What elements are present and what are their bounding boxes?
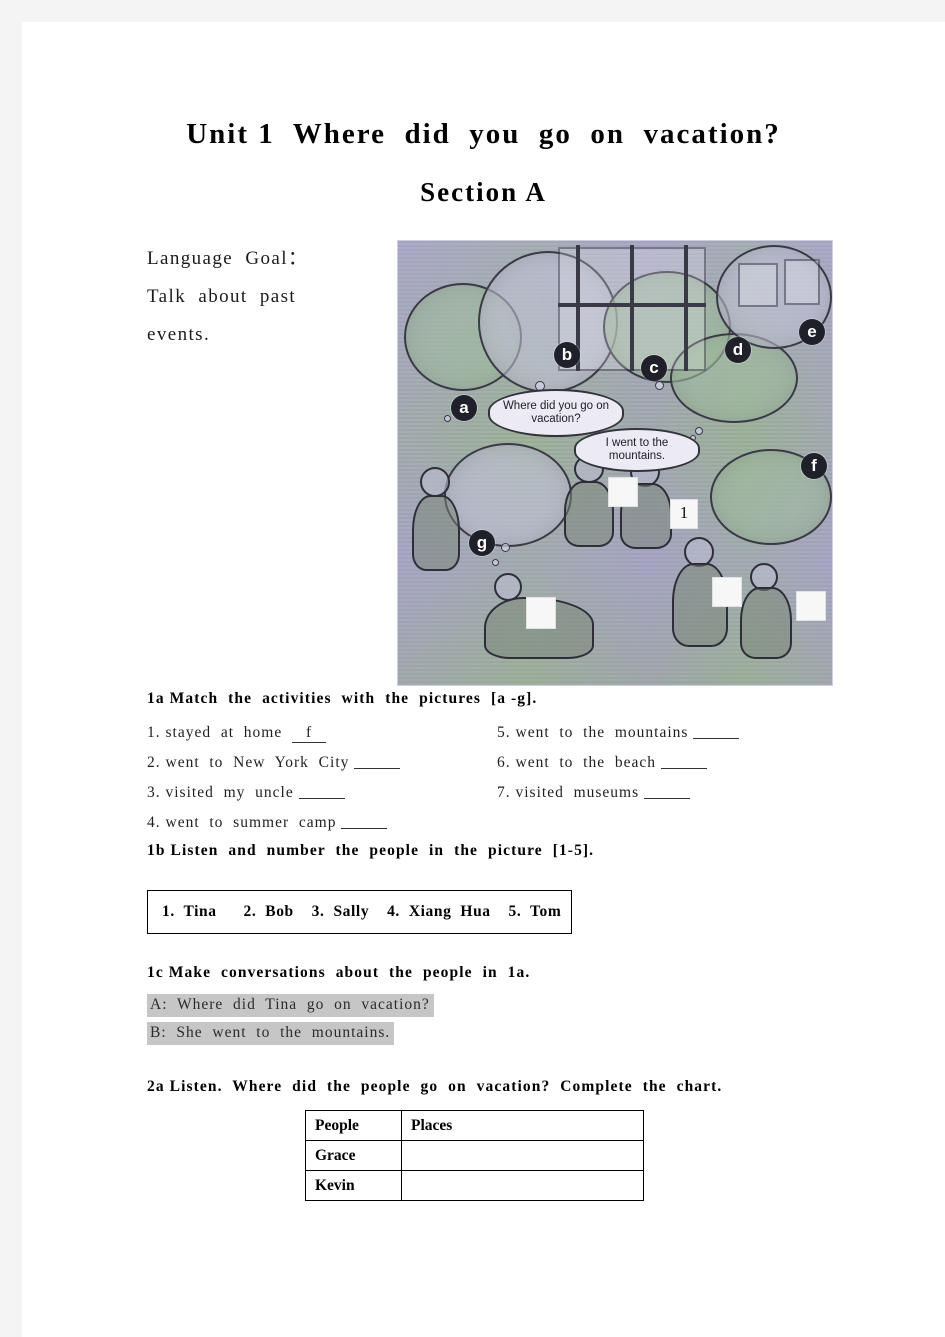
- page-title: Unit 1 Where did you go on vacation?: [186, 118, 781, 150]
- item-text: went to the beach: [515, 754, 657, 771]
- picture-number-box: [712, 577, 742, 607]
- item-number: 7.: [497, 784, 511, 801]
- figure-body: [564, 481, 614, 547]
- cell-people-grace: Grace: [305, 1140, 402, 1171]
- answer-blank-7[interactable]: [644, 785, 691, 799]
- item-1a-1: 1. stayed at home f: [147, 724, 327, 743]
- picture-number-box-1: 1: [670, 499, 698, 529]
- people-names-box: 1. Tina 2. Bob 3. Sally 4. Xiang Hua 5. …: [147, 890, 572, 934]
- answer-blank-3[interactable]: [298, 785, 345, 799]
- figure-head: [420, 467, 450, 497]
- exercise-2a-heading: 2a Listen. Where did the people go on va…: [147, 1078, 723, 1095]
- thought-cloud-g: [444, 443, 572, 547]
- figure-body: [412, 495, 460, 571]
- thought-dot: [444, 415, 451, 422]
- table-header-row: People Places: [305, 1110, 644, 1141]
- item-number: 4.: [147, 814, 161, 831]
- people-names-list: 1. Tina 2. Bob 3. Sally 4. Xiang Hua 5. …: [162, 903, 562, 920]
- item-text: stayed at home: [165, 724, 283, 741]
- dialogue-line-b: B: She went to the mountains.: [147, 1022, 395, 1045]
- picture-number-box: [526, 597, 556, 629]
- thought-dot: [492, 559, 499, 566]
- thought-dot: [695, 427, 703, 435]
- item-number: 6.: [497, 754, 511, 771]
- window-mullion: [684, 245, 688, 371]
- speech-bubble-question: Where did you go on vacation?: [488, 389, 624, 437]
- exercise-1c-heading: 1c Make conversations about the people i…: [147, 964, 531, 981]
- vacation-chart-table: People Places Grace Kevin: [305, 1110, 644, 1201]
- page-subtitle: Section A: [420, 177, 547, 207]
- exercise-1a-heading: 1a Match the activities with the picture…: [147, 690, 538, 707]
- item-1a-4: 4. went to summer camp: [147, 814, 388, 832]
- item-1a-3: 3. visited my uncle: [147, 784, 345, 802]
- item-text: went to New York City: [165, 754, 350, 771]
- picture-marker-g: g: [469, 530, 495, 556]
- language-goal-line1: Talk about past: [147, 286, 297, 307]
- answer-blank-2[interactable]: [354, 755, 401, 769]
- table-row: Kevin: [305, 1170, 644, 1201]
- column-header-people: People: [305, 1110, 402, 1141]
- answer-blank-1[interactable]: f: [292, 724, 327, 743]
- picture-marker-d: d: [725, 337, 751, 363]
- thought-dot: [501, 543, 510, 552]
- language-goal-label: Language Goal：: [147, 248, 309, 269]
- answer-blank-5[interactable]: [693, 725, 740, 739]
- item-1a-7: 7. visited museums: [497, 784, 691, 802]
- item-1a-5: 5. went to the mountains: [497, 724, 740, 742]
- item-text: visited museums: [515, 784, 640, 801]
- item-text: went to the mountains: [515, 724, 689, 741]
- picture-marker-e: e: [799, 319, 825, 345]
- item-number: 2.: [147, 754, 161, 771]
- item-number: 5.: [497, 724, 511, 741]
- item-number: 1.: [147, 724, 161, 741]
- picture-frame: [784, 259, 820, 305]
- picture-marker-b: b: [554, 342, 580, 368]
- picture-marker-f: f: [801, 453, 827, 479]
- dialogue-line-a: A: Where did Tina go on vacation?: [147, 994, 434, 1017]
- language-goal-line2: events.: [147, 324, 211, 345]
- cell-places-kevin[interactable]: [401, 1170, 644, 1201]
- window-rail: [558, 303, 706, 307]
- picture-marker-c: c: [641, 355, 667, 381]
- language-goal-block: Language Goal： Talk about past events.: [147, 240, 397, 354]
- window-mullion: [630, 245, 634, 371]
- document-page: Unit 1 Where did you go on vacation? Sec…: [22, 22, 945, 1337]
- answer-blank-6[interactable]: [661, 755, 708, 769]
- picture-number-box: [608, 477, 638, 507]
- figure-body: [740, 587, 792, 659]
- item-text: visited my uncle: [165, 784, 294, 801]
- cell-people-kevin: Kevin: [305, 1170, 402, 1201]
- table-row: Grace: [305, 1140, 644, 1171]
- picture-marker-a: a: [451, 395, 477, 421]
- exercise-1b-heading: 1b Listen and number the people in the p…: [147, 842, 595, 859]
- item-number: 3.: [147, 784, 161, 801]
- cell-places-grace[interactable]: [401, 1140, 644, 1171]
- item-1a-2: 2. went to New York City: [147, 754, 401, 772]
- picture-number-box: [796, 591, 826, 621]
- vacation-scene-illustration: a b c d e f g Where did you go on vacati…: [397, 240, 833, 686]
- picture-frame: [738, 263, 778, 307]
- item-text: went to summer camp: [165, 814, 337, 831]
- thought-dot: [655, 381, 664, 390]
- item-1a-6: 6. went to the beach: [497, 754, 708, 772]
- speech-bubble-answer: I went to the mountains.: [574, 428, 700, 472]
- answer-blank-4[interactable]: [341, 815, 388, 829]
- column-header-places: Places: [401, 1110, 644, 1141]
